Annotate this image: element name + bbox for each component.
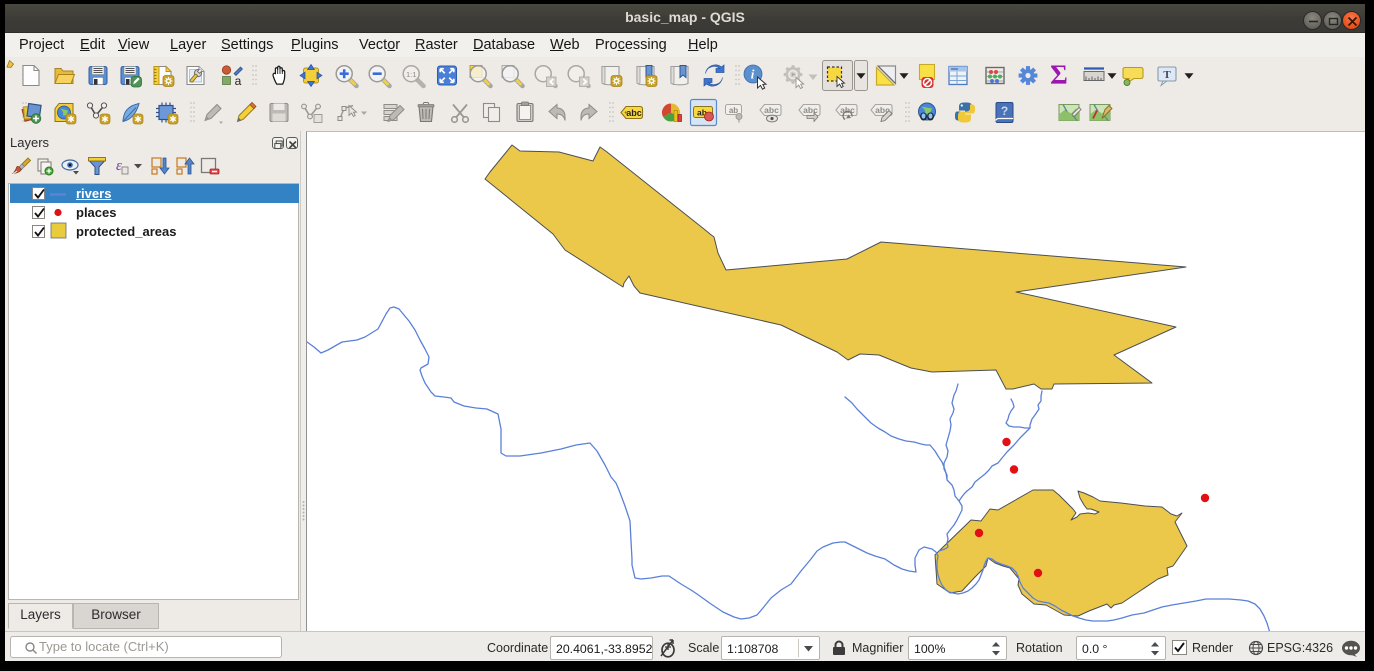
svg-text:ab: ab [729,106,738,115]
svg-text:abc: abc [626,108,642,118]
svg-text:T: T [1163,69,1171,81]
svg-text:?: ? [1001,104,1008,118]
svg-text:i: i [751,67,755,82]
svg-text:abc: abc [840,105,855,115]
svg-text:abc: abc [803,105,818,115]
svg-text:Σ: Σ [1050,60,1068,90]
svg-text:ε: ε [116,158,122,174]
svg-text:abc: abc [764,105,779,115]
svg-text:a: a [235,74,242,88]
svg-text:1:1: 1:1 [406,70,416,79]
